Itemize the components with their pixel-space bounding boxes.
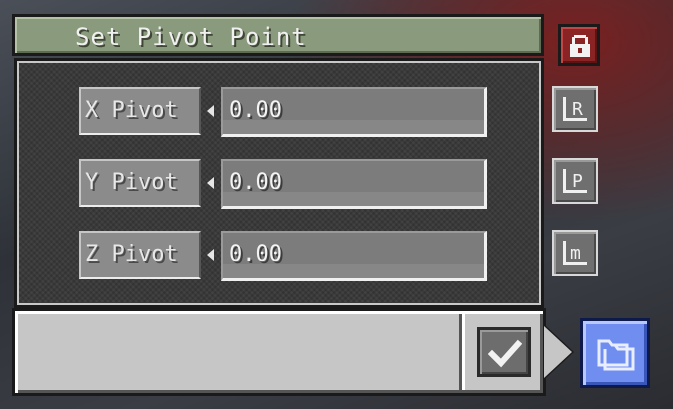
lock-button[interactable] — [558, 24, 600, 66]
folder-icon — [597, 339, 635, 371]
z-pivot-label: Z Pivot — [79, 231, 201, 279]
divider — [459, 314, 462, 390]
bottom-text-area[interactable] — [21, 317, 457, 387]
confirm-button[interactable] — [477, 327, 531, 377]
z-pivot-input[interactable]: 0.00 — [221, 231, 487, 281]
svg-text:R: R — [572, 99, 583, 120]
lock-icon — [570, 35, 590, 57]
arrow-left-icon — [207, 105, 214, 117]
y-pivot-input[interactable]: 0.00 — [221, 159, 487, 209]
row-z-pivot: Z Pivot 0.00 — [79, 231, 489, 281]
arrow-left-icon — [207, 177, 214, 189]
pivot-reset-icon: R — [563, 97, 587, 121]
row-x-pivot: X Pivot 0.00 — [79, 87, 489, 137]
x-pivot-input[interactable]: 0.00 — [221, 87, 487, 137]
pivot-model-icon: m — [563, 241, 587, 265]
x-pivot-label: X Pivot — [79, 87, 201, 135]
pivot-position-button[interactable]: P — [552, 158, 598, 204]
folder-button[interactable] — [580, 318, 650, 388]
pivot-reset-button[interactable]: R — [552, 86, 598, 132]
pivot-model-button[interactable]: m — [552, 230, 598, 276]
pivot-position-icon: P — [563, 169, 587, 193]
y-pivot-label: Y Pivot — [79, 159, 201, 207]
pointer-arrow-icon — [544, 326, 572, 378]
bottom-bar — [12, 308, 546, 396]
svg-text:m: m — [570, 243, 581, 264]
dialog-title-bar: Set Pivot Point — [12, 14, 544, 56]
arrow-left-icon — [207, 249, 214, 261]
row-y-pivot: Y Pivot 0.00 — [79, 159, 489, 209]
dialog-title: Set Pivot Point — [75, 23, 307, 51]
svg-text:P: P — [572, 171, 583, 192]
pivot-panel: X Pivot 0.00 Y Pivot 0.00 Z Pivot 0.00 — [14, 58, 544, 308]
checkmark-icon — [488, 339, 522, 368]
